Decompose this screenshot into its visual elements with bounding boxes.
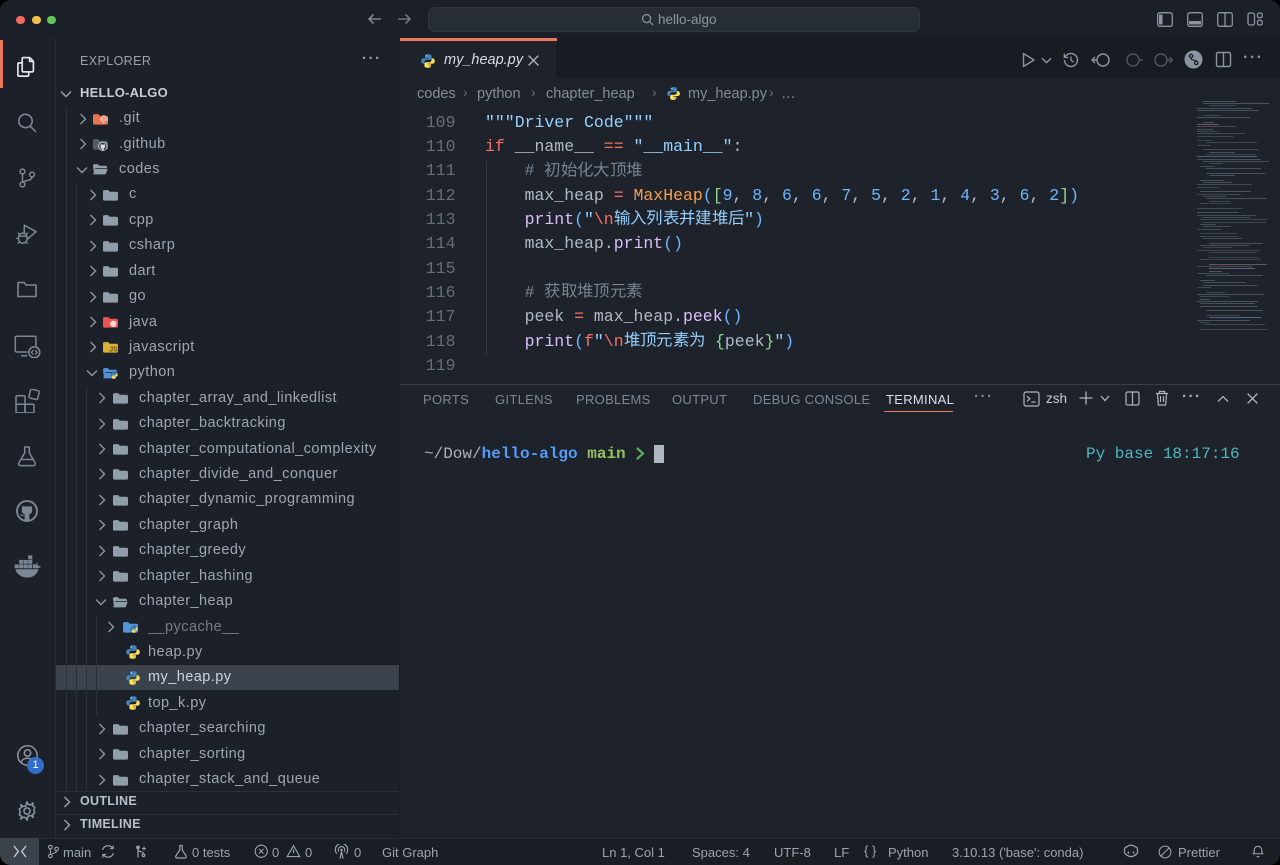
svg-text:JS: JS: [109, 347, 118, 354]
